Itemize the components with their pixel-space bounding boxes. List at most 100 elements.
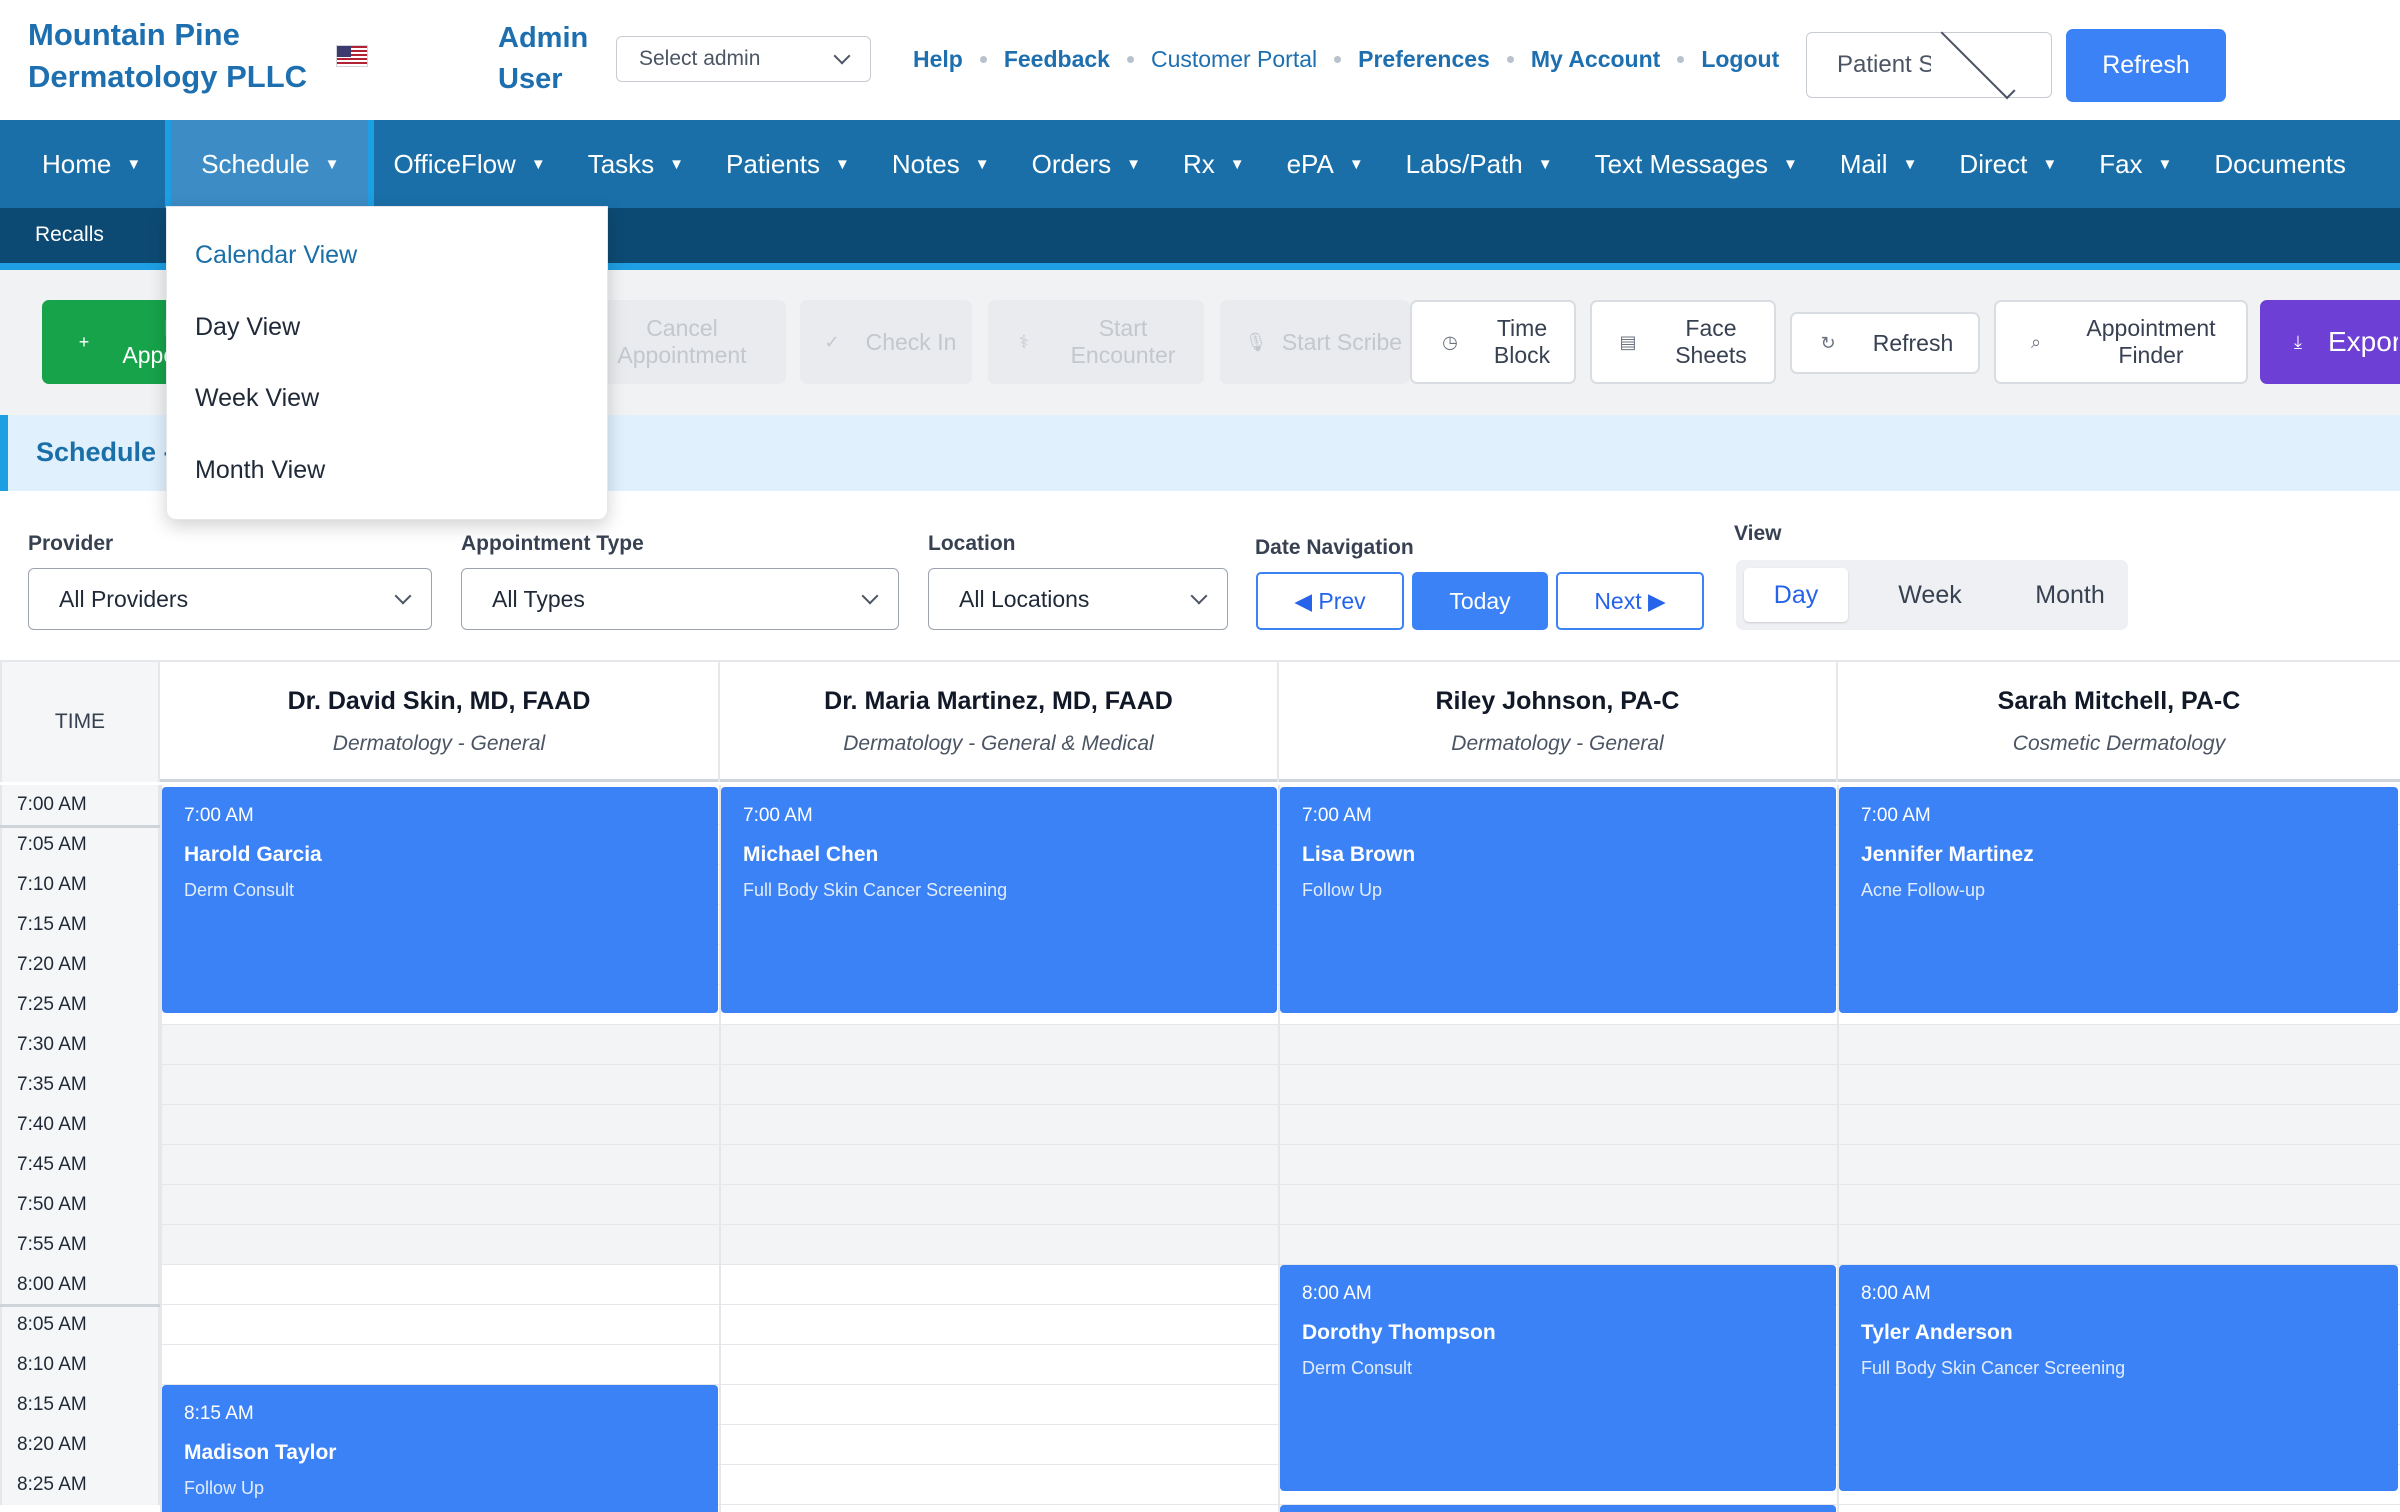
provider-column-header[interactable]: Dr. David Skin, MD, FAAD Dermatology - G… <box>160 662 720 782</box>
next-button[interactable]: Next ▶ <box>1556 572 1704 630</box>
caret-down-icon: ▼ <box>2157 155 2173 173</box>
appointment-type: Derm Consult <box>184 880 295 900</box>
today-button[interactable]: Today <box>1412 572 1548 630</box>
nav-patients[interactable]: Patients ▼ <box>684 120 850 208</box>
practice-name[interactable]: Mountain Pine Dermatology PLLC <box>28 14 328 98</box>
appointment-block[interactable]: 7:00 AM Lisa Brown Follow Up <box>1280 787 1836 1013</box>
nav-labs-path[interactable]: Labs/Path ▼ <box>1364 120 1553 208</box>
face-sheets-button[interactable]: ▤ Face Sheets <box>1590 300 1776 384</box>
nav-fax[interactable]: Fax ▼ <box>2057 120 2172 208</box>
nav-label: Schedule <box>201 148 310 179</box>
nav-label: Orders <box>1031 148 1112 179</box>
appointment-finder-button[interactable]: ⌕ Appointment Finder <box>1994 300 2248 384</box>
nav-label: Patients <box>726 148 820 179</box>
document-icon: ▤ <box>1619 331 1637 352</box>
provider-column-header[interactable]: Riley Johnson, PA-C Dermatology - Genera… <box>1279 662 1838 782</box>
time-label: 8:15 AM <box>0 1385 160 1425</box>
appointment-block[interactable]: 7:00 AM Harold Garcia Derm Consult <box>162 787 718 1013</box>
my-account-link[interactable]: My Account <box>1531 46 1661 73</box>
subnav-recalls[interactable]: Recalls <box>35 223 104 247</box>
logout-link[interactable]: Logout <box>1701 46 1779 73</box>
preferences-link[interactable]: Preferences <box>1358 46 1490 73</box>
patient-search-value: Patient Search <box>1837 51 1931 78</box>
cancel-appointment-button[interactable]: Cancel Appointment <box>578 300 786 384</box>
calendar-header: TIME Dr. David Skin, MD, FAAD Dermatolog… <box>0 662 2400 782</box>
menu-item-month-view[interactable]: Month View <box>195 456 325 485</box>
nav-label: Text Messages <box>1594 148 1769 179</box>
appointment-block[interactable]: 8:15 AM Madison Taylor Follow Up <box>162 1385 718 1512</box>
caret-down-icon: ▼ <box>1229 155 1245 173</box>
plus-icon: + <box>78 331 90 352</box>
view-week-button[interactable]: Week <box>1862 568 1998 622</box>
time-slot-row[interactable]: 7:35 AM <box>0 1065 2400 1105</box>
start-encounter-button[interactable]: ⚕ Start Encounter <box>988 300 1204 384</box>
menu-item-week-view[interactable]: Week View <box>195 384 319 413</box>
appointment-patient: Dorothy Thompson <box>1302 1321 1496 1344</box>
nav-mail[interactable]: Mail ▼ <box>1798 120 1918 208</box>
view-month-button[interactable]: Month <box>2000 568 2140 622</box>
nav-text-messages[interactable]: Text Messages ▼ <box>1553 120 1798 208</box>
provider-value: All Providers <box>59 585 189 612</box>
schedule-dropdown-menu: Calendar View Day View Week View Month V… <box>166 206 608 520</box>
appointment-block[interactable] <box>1280 1505 1836 1512</box>
toolbar-refresh-button[interactable]: ↻ Refresh <box>1790 312 1980 374</box>
nav-epa[interactable]: ePA ▼ <box>1245 120 1364 208</box>
time-slot-row[interactable]: 7:40 AM <box>0 1105 2400 1145</box>
header-refresh-button[interactable]: Refresh <box>2066 29 2226 102</box>
us-flag-icon[interactable] <box>336 45 368 67</box>
time-slot-row[interactable]: 7:30 AM <box>0 1025 2400 1065</box>
time-column-header: TIME <box>0 662 160 782</box>
time-slot-row[interactable]: 7:50 AM <box>0 1185 2400 1225</box>
separator-dot <box>1334 55 1342 63</box>
appointment-type-select[interactable]: All Types <box>461 568 899 630</box>
location-label: Location <box>928 532 1016 555</box>
time-block-button[interactable]: ◷ Time Block <box>1410 300 1576 384</box>
nav-direct[interactable]: Direct ▼ <box>1917 120 2057 208</box>
customer-portal-link[interactable]: Customer Portal <box>1151 46 1317 73</box>
appointment-type: Derm Consult <box>1302 1358 1413 1378</box>
nav-officeflow[interactable]: OfficeFlow ▼ <box>374 120 546 208</box>
appointment-block[interactable]: 7:00 AM Jennifer Martinez Acne Follow-up <box>1839 787 2398 1013</box>
patient-search-select[interactable]: Patient Search <box>1806 24 2052 100</box>
caret-down-icon: ▼ <box>974 155 990 173</box>
time-label: 7:15 AM <box>0 905 160 945</box>
time-slot-row[interactable]: 7:55 AM <box>0 1225 2400 1265</box>
nav-orders[interactable]: Orders ▼ <box>990 120 1141 208</box>
provider-select[interactable]: All Providers <box>28 568 432 630</box>
caret-down-icon: ▼ <box>126 155 142 173</box>
select-admin-dropdown[interactable]: Select admin <box>616 36 871 82</box>
export-button[interactable]: ⤓ Export (168) <box>2260 300 2400 384</box>
provider-column-header[interactable]: Sarah Mitchell, PA-C Cosmetic Dermatolog… <box>1838 662 2400 782</box>
location-value: All Locations <box>959 585 1090 612</box>
location-select[interactable]: All Locations <box>928 568 1228 630</box>
clock-icon: ◷ <box>1442 331 1458 352</box>
appointment-time: 7:00 AM <box>743 805 813 826</box>
feedback-link[interactable]: Feedback <box>1004 46 1110 73</box>
check-in-button[interactable]: ✓ Check In <box>800 300 972 384</box>
nav-rx[interactable]: Rx ▼ <box>1141 120 1245 208</box>
separator-dot <box>1506 55 1514 63</box>
start-scribe-button[interactable]: 🎙 Start Scribe <box>1220 300 1410 384</box>
chevron-down-icon <box>833 47 851 65</box>
time-label: 8:25 AM <box>0 1465 160 1505</box>
stethoscope-icon: ⚕ <box>1019 331 1029 352</box>
time-slot-row[interactable]: 7:45 AM <box>0 1145 2400 1185</box>
nav-documents[interactable]: Documents <box>2172 120 2346 208</box>
menu-item-calendar-view[interactable]: Calendar View <box>195 241 357 270</box>
prev-button[interactable]: ◀ Prev <box>1256 572 1404 630</box>
appointment-block[interactable]: 7:00 AM Michael Chen Full Body Skin Canc… <box>721 787 1277 1013</box>
nav-schedule[interactable]: Schedule ▼ <box>165 120 374 208</box>
nav-tasks[interactable]: Tasks ▼ <box>546 120 684 208</box>
appointment-block[interactable]: 8:00 AM Tyler Anderson Full Body Skin Ca… <box>1839 1265 2398 1491</box>
menu-item-day-view[interactable]: Day View <box>195 313 300 342</box>
provider-column-header[interactable]: Dr. Maria Martinez, MD, FAAD Dermatology… <box>720 662 1279 782</box>
view-label: View <box>1734 522 1782 545</box>
nav-label: Documents <box>2214 148 2346 179</box>
help-link[interactable]: Help <box>913 46 963 73</box>
nav-notes[interactable]: Notes ▼ <box>850 120 990 208</box>
provider-name: Sarah Mitchell, PA-C <box>1997 687 2241 715</box>
appointment-block[interactable]: 8:00 AM Dorothy Thompson Derm Consult <box>1280 1265 1836 1491</box>
nav-home[interactable]: Home ▼ <box>0 120 165 208</box>
provider-label: Provider <box>28 532 114 555</box>
view-day-button[interactable]: Day <box>1744 568 1848 622</box>
